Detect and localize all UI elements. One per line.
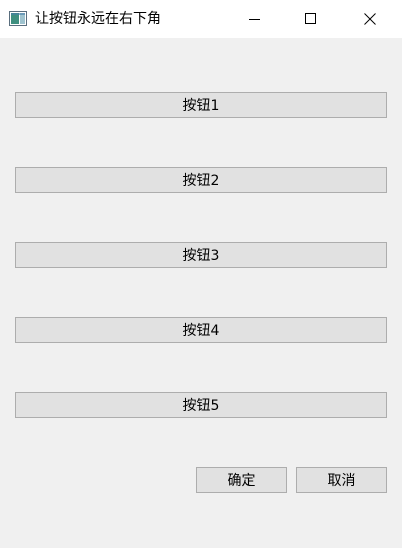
button-1[interactable]: 按钮1: [15, 92, 387, 118]
close-icon: [364, 13, 376, 25]
maximize-button[interactable]: [288, 0, 334, 38]
button-4[interactable]: 按钮4: [15, 317, 387, 343]
button-2[interactable]: 按钮2: [15, 167, 387, 193]
button-5[interactable]: 按钮5: [15, 392, 387, 418]
maximize-icon: [305, 13, 316, 24]
title-bar[interactable]: 让按钮永远在右下角: [0, 0, 402, 38]
app-window: 让按钮永远在右下角 按钮1 按钮2 按钮3 按钮4 按钮5 确定 取消: [0, 0, 402, 548]
window-app-icon: [9, 11, 27, 26]
minimize-icon: [249, 19, 260, 20]
button-3[interactable]: 按钮3: [15, 242, 387, 268]
ok-button[interactable]: 确定: [196, 467, 287, 493]
cancel-button[interactable]: 取消: [296, 467, 387, 493]
close-button[interactable]: [347, 0, 393, 38]
window-title: 让按钮永远在右下角: [35, 11, 161, 27]
minimize-button[interactable]: [232, 0, 278, 38]
